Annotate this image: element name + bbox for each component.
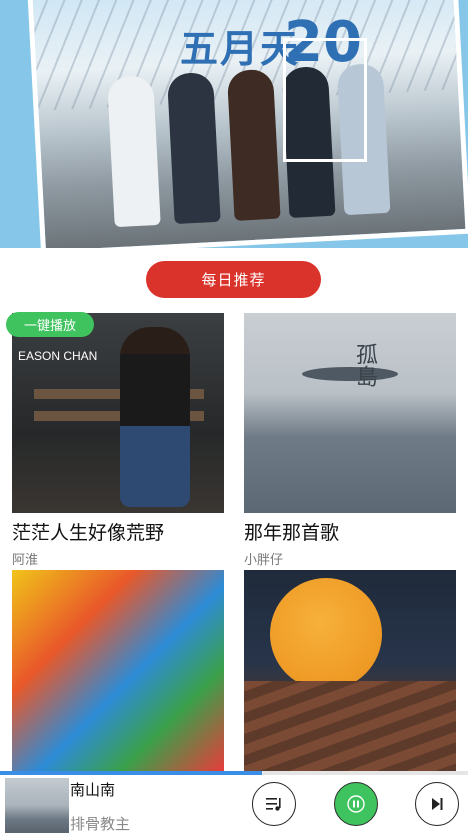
- playlist-name[interactable]: 茫茫人生好像荒野: [12, 518, 164, 545]
- playlist-icon: [266, 798, 281, 811]
- cover-label: 孤島: [352, 343, 377, 387]
- moon-illustration: [270, 578, 382, 690]
- playlist-button[interactable]: [252, 782, 296, 826]
- pause-button[interactable]: [334, 782, 378, 826]
- banner-carousel[interactable]: 五月天 20: [0, 0, 468, 248]
- playlist-cover[interactable]: 孤島: [244, 313, 456, 513]
- playlist-cover[interactable]: EASON CHAN: [12, 313, 224, 513]
- now-playing-cover[interactable]: [5, 778, 69, 833]
- playlist-creator: 阿淮: [12, 553, 39, 568]
- playlist-name[interactable]: 那年那首歌: [244, 518, 339, 545]
- pause-icon: [347, 795, 365, 813]
- playlist-cover[interactable]: [12, 570, 224, 771]
- banner-frame: [283, 38, 367, 162]
- daily-recommend-button[interactable]: 每日推荐: [146, 261, 321, 298]
- next-button[interactable]: [415, 782, 459, 826]
- next-icon: [432, 798, 443, 810]
- now-playing-song: 南山南: [70, 781, 116, 799]
- play-all-button[interactable]: 一键播放: [6, 312, 94, 337]
- playlist-creator: 小胖仔: [244, 553, 284, 568]
- mini-player: 南山南 排骨教主: [0, 775, 468, 833]
- now-playing-artist: 排骨教主: [70, 815, 131, 833]
- cover-label: EASON CHAN: [18, 349, 98, 363]
- banner-title: 五月天: [180, 26, 301, 71]
- playlist-cover[interactable]: [244, 570, 456, 771]
